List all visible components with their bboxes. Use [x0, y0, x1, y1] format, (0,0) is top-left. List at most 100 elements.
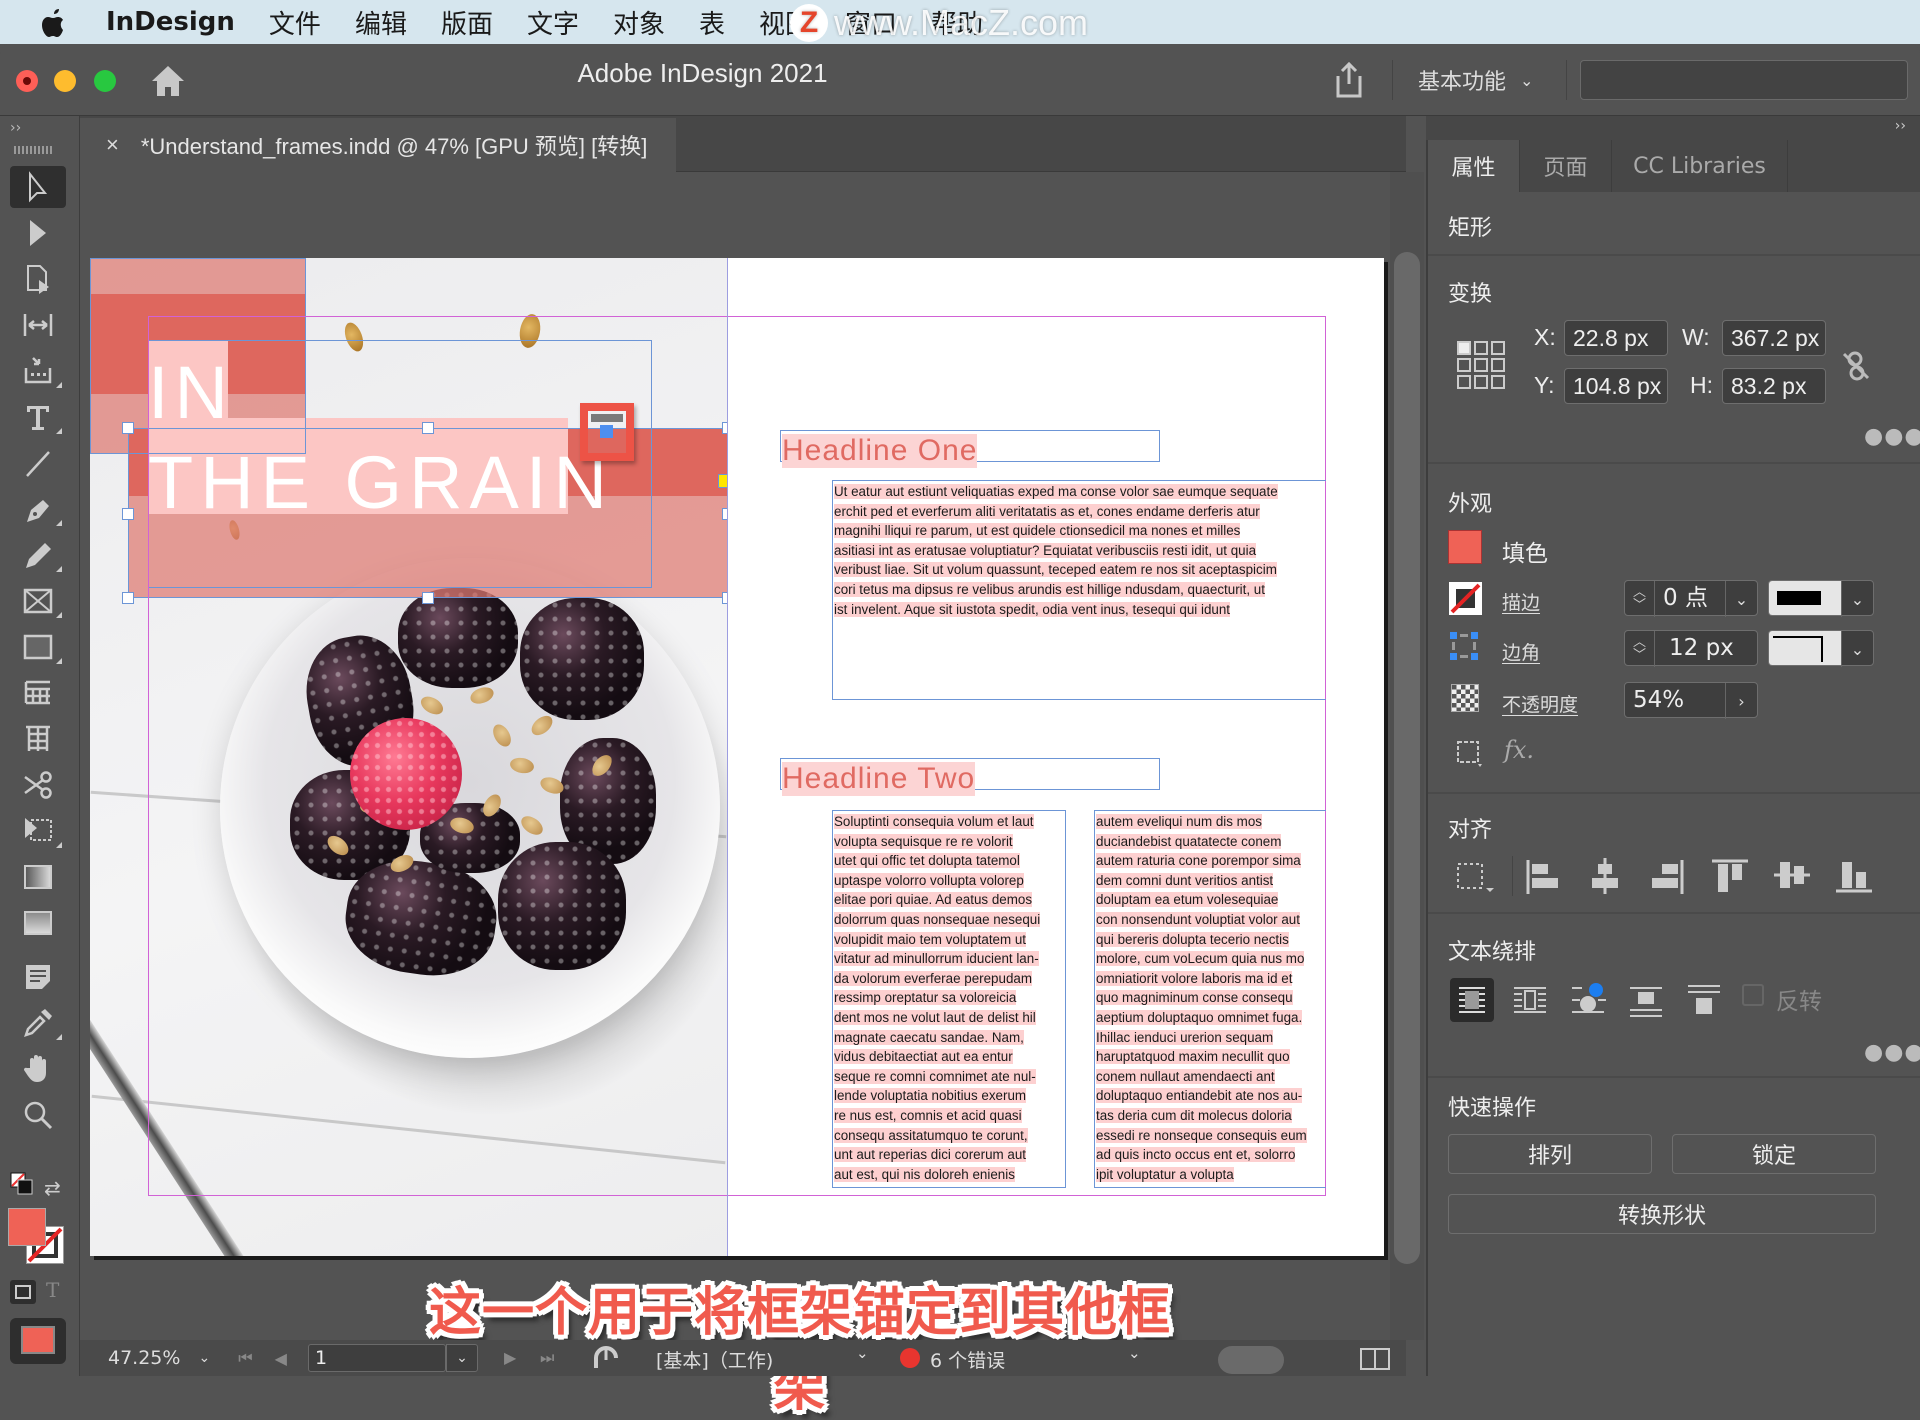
- menu-table[interactable]: 表: [699, 4, 725, 41]
- pen-tool[interactable]: [10, 488, 66, 530]
- menu-type[interactable]: 文字: [527, 4, 579, 41]
- corner-size-value[interactable]: 12 px: [1669, 631, 1734, 665]
- zoom-level[interactable]: 47.25%: [108, 1347, 180, 1369]
- menu-file[interactable]: 文件: [269, 4, 321, 41]
- formatting-container-button[interactable]: [10, 1280, 36, 1304]
- reference-point-icon[interactable]: [1456, 340, 1506, 390]
- gap-tool[interactable]: [10, 304, 66, 346]
- corner-size-field[interactable]: ︿ ﹀ 12 px: [1624, 630, 1758, 667]
- tab-cc-libraries[interactable]: CC Libraries: [1612, 140, 1788, 192]
- direct-selection-tool[interactable]: [10, 212, 66, 254]
- page-dropdown-icon[interactable]: ⌄: [446, 1344, 478, 1372]
- expand-panel-icon[interactable]: ››: [10, 120, 21, 136]
- corner-size-stepper[interactable]: ︿ ﹀: [1625, 631, 1655, 667]
- page-number-field[interactable]: 1: [308, 1344, 446, 1372]
- close-tab-icon[interactable]: ×: [106, 132, 119, 158]
- fill-label[interactable]: 填色: [1502, 534, 1548, 568]
- corner-label[interactable]: 边角: [1502, 638, 1540, 665]
- align-vertical-center-icon[interactable]: [1774, 858, 1810, 894]
- corner-shape-dropdown-icon[interactable]: ⌄: [1841, 631, 1873, 667]
- tab-properties[interactable]: 属性: [1428, 140, 1520, 192]
- opacity-label[interactable]: 不透明度: [1502, 690, 1578, 717]
- errors-dropdown-icon[interactable]: ⌄: [1128, 1344, 1141, 1362]
- body-two-col1[interactable]: Soluptinti consequia volum et laut volupt…: [834, 812, 1041, 1184]
- x-field[interactable]: 22.8 px: [1564, 320, 1668, 356]
- opacity-value[interactable]: 54%: [1633, 683, 1684, 717]
- selection-tool[interactable]: [10, 166, 66, 208]
- rectangle-tool[interactable]: [10, 626, 66, 668]
- unlink-proportions-icon[interactable]: [1842, 350, 1870, 382]
- body-two-col2[interactable]: autem eveliqui num dis mos duciandebist q…: [1096, 812, 1307, 1184]
- pencil-tool[interactable]: [10, 534, 66, 576]
- rectangle-frame-tool[interactable]: [10, 580, 66, 622]
- align-horizontal-center-icon[interactable]: [1588, 858, 1622, 894]
- next-page-icon[interactable]: ▶: [504, 1348, 516, 1367]
- y-field[interactable]: 104.8 px: [1564, 368, 1668, 404]
- align-right-icon[interactable]: [1650, 858, 1684, 894]
- workspace-switcher[interactable]: 基本功能 ⌄: [1418, 64, 1533, 96]
- wrap-object-shape-icon[interactable]: [1568, 976, 1612, 1020]
- stroke-weight-field[interactable]: ︿ ﹀ 0 点 ⌄: [1624, 580, 1758, 617]
- page-tool[interactable]: [10, 258, 66, 300]
- resize-handle[interactable]: [122, 508, 134, 520]
- stroke-weight-dropdown-icon[interactable]: ⌄: [1725, 581, 1757, 617]
- stroke-label[interactable]: 描边: [1502, 588, 1540, 615]
- fill-swatch[interactable]: [8, 1208, 46, 1246]
- resize-handle[interactable]: [122, 592, 134, 604]
- more-options-icon[interactable]: ●●●: [1864, 424, 1920, 449]
- previous-page-icon[interactable]: ◀: [275, 1349, 287, 1368]
- scissors-tool[interactable]: [10, 764, 66, 806]
- align-top-icon[interactable]: [1712, 858, 1748, 894]
- note-tool[interactable]: [10, 956, 66, 998]
- preflight-icon[interactable]: [592, 1344, 620, 1372]
- zoom-tool[interactable]: [10, 1094, 66, 1136]
- opacity-field[interactable]: 54% ›: [1624, 682, 1758, 719]
- jump-object-icon[interactable]: [1626, 980, 1666, 1020]
- menu-layout[interactable]: 版面: [441, 4, 493, 41]
- preflight-profile[interactable]: [基本]（工作): [656, 1346, 773, 1373]
- first-page-icon[interactable]: ⏮: [238, 1348, 252, 1368]
- document-tab[interactable]: × *Understand_frames.indd @ 47% [GPU 预览]…: [80, 118, 676, 172]
- free-transform-tool[interactable]: [10, 810, 66, 852]
- gradient-feather-tool[interactable]: [10, 902, 66, 944]
- table-grid-tool[interactable]: [10, 718, 66, 760]
- stroke-type-field[interactable]: ⌄: [1768, 580, 1874, 617]
- content-collector-tool[interactable]: [10, 350, 66, 392]
- wrap-bounding-box-icon[interactable]: [1510, 980, 1550, 1020]
- share-icon[interactable]: [1332, 60, 1366, 100]
- search-input[interactable]: [1580, 60, 1908, 100]
- stroke-type-dropdown-icon[interactable]: ⌄: [1841, 581, 1873, 617]
- eyedropper-tool[interactable]: [10, 1002, 66, 1044]
- corner-shape-field[interactable]: ⌄: [1768, 630, 1874, 667]
- default-colors-icon[interactable]: [10, 1172, 34, 1196]
- apple-menu-icon[interactable]: [40, 7, 68, 37]
- no-text-wrap-button[interactable]: [1450, 978, 1494, 1022]
- gradient-swatch-tool[interactable]: [10, 856, 66, 898]
- height-field[interactable]: 83.2 px: [1722, 368, 1826, 404]
- menu-edit[interactable]: 编辑: [355, 4, 407, 41]
- corner-options-icon[interactable]: [1450, 632, 1478, 660]
- fill-color-swatch[interactable]: [1448, 530, 1482, 564]
- headline-two[interactable]: Headline Two: [782, 762, 976, 796]
- convert-shape-button[interactable]: 转换形状: [1448, 1194, 1876, 1234]
- menu-object[interactable]: 对象: [613, 4, 665, 41]
- swap-colors-icon[interactable]: ⇄: [44, 1176, 66, 1200]
- zoom-dropdown-icon[interactable]: ⌄: [198, 1350, 210, 1366]
- hand-tool[interactable]: [10, 1048, 66, 1090]
- collapse-panel-icon[interactable]: ››: [1895, 118, 1906, 134]
- more-options-icon[interactable]: ●●●: [1864, 1040, 1920, 1065]
- width-field[interactable]: 367.2 px: [1722, 320, 1826, 356]
- effects-fx-icon[interactable]: fx.: [1504, 736, 1534, 764]
- split-view-icon[interactable]: [1360, 1348, 1390, 1370]
- align-left-icon[interactable]: [1526, 858, 1560, 894]
- align-bottom-icon[interactable]: [1836, 858, 1872, 894]
- panel-grip[interactable]: [14, 146, 52, 154]
- arrange-button[interactable]: 排列: [1448, 1134, 1652, 1174]
- horizontal-scrollbar-thumb[interactable]: [1218, 1346, 1284, 1374]
- frame-fitting-icon[interactable]: [1456, 740, 1484, 768]
- stroke-color-swatch[interactable]: [1449, 582, 1482, 615]
- line-tool[interactable]: [10, 442, 66, 484]
- stroke-weight-stepper[interactable]: ︿ ﹀: [1625, 581, 1655, 617]
- preflight-profile-dropdown-icon[interactable]: ⌄: [856, 1344, 869, 1362]
- view-mode-button[interactable]: [10, 1318, 66, 1364]
